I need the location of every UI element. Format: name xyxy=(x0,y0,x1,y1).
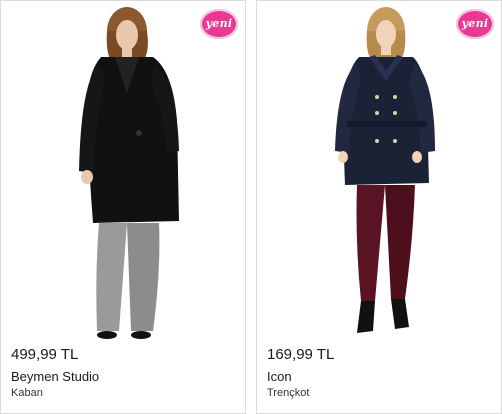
product-price: 169,99 TL xyxy=(267,346,335,363)
model-navy-trench-coat-image xyxy=(335,7,435,333)
product-category: Trençkot xyxy=(267,387,310,399)
product-card-beymen-studio[interactable]: yeni 499,99 TL Beymen Studio Kaban xyxy=(0,0,246,414)
new-badge: yeni xyxy=(456,9,494,39)
model-black-coat-image xyxy=(79,7,179,339)
product-brand[interactable]: Beymen Studio xyxy=(11,369,99,384)
product-image[interactable] xyxy=(257,1,501,341)
product-brand[interactable]: Icon xyxy=(267,369,292,384)
product-image[interactable] xyxy=(1,1,245,341)
product-category: Kaban xyxy=(11,387,43,399)
product-price: 499,99 TL xyxy=(11,346,79,363)
product-grid: yeni 499,99 TL Beymen Studio Kaban yeni … xyxy=(0,0,502,414)
new-badge: yeni xyxy=(200,9,238,39)
product-card-icon[interactable]: yeni 169,99 TL Icon Trençkot xyxy=(256,0,502,414)
